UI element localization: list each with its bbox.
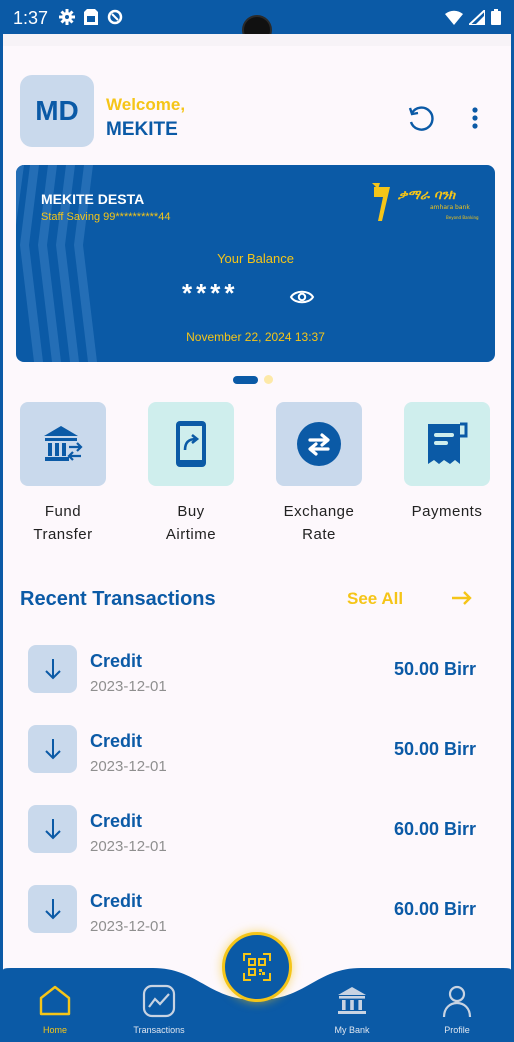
balance-card[interactable]: MEKITE DESTA Staff Saving 99**********44…	[16, 165, 495, 362]
bank-icon	[338, 987, 366, 1014]
transaction-row[interactable]: Credit 2023-12-01 50.00 Birr	[28, 725, 488, 781]
credit-arrow-icon	[28, 885, 77, 933]
transaction-row[interactable]: Credit 2023-12-01 60.00 Birr	[28, 805, 488, 861]
recent-transactions-title: Recent Transactions	[20, 588, 216, 610]
chart-icon	[142, 984, 176, 1018]
transaction-amount: 60.00 Birr	[393, 819, 476, 839]
transaction-amount: 50.00 Birr	[393, 659, 476, 679]
transaction-type: Credit	[90, 651, 143, 671]
transaction-date: 2023-12-01	[90, 758, 167, 775]
nav-profile-label: Profile	[444, 1025, 470, 1035]
transaction-date: 2023-12-01	[90, 918, 167, 935]
credit-arrow-icon	[28, 725, 77, 773]
receipt-icon	[428, 422, 468, 464]
buy-airtime-tile[interactable]	[148, 402, 234, 486]
more-menu-icon[interactable]	[471, 106, 479, 130]
quick-action-buy-airtime[interactable]: Buy Airtime	[131, 402, 251, 546]
svg-text:ቃማራ ባንክ: ቃማራ ባንክ	[397, 188, 456, 203]
credit-arrow-icon	[28, 645, 77, 693]
person-icon	[442, 985, 472, 1018]
balance-value: ****	[182, 278, 239, 308]
transaction-type: Credit	[90, 811, 143, 831]
see-all-link[interactable]: See All	[347, 589, 403, 609]
svg-text:Beyond Banking: Beyond Banking	[446, 215, 479, 220]
nav-home[interactable]: Home	[15, 984, 95, 1035]
quick-label-line1: Exchange	[283, 503, 355, 520]
card-holder-name: MEKITE DESTA	[41, 191, 145, 207]
nav-home-label: Home	[42, 1025, 67, 1035]
exchange-rate-tile[interactable]	[276, 402, 362, 486]
bank-logo: ቃማራ ባንክ amhara bank Beyond Banking	[368, 177, 483, 232]
transaction-row[interactable]: Credit 2023-12-01 50.00 Birr	[28, 645, 488, 701]
qr-scan-button[interactable]	[222, 932, 292, 1002]
balance-date: November 22, 2024 13:37	[186, 330, 325, 344]
status-time: 1:37	[13, 8, 49, 28]
wifi-icon	[445, 10, 463, 25]
transaction-amount: 50.00 Birr	[393, 739, 476, 759]
quick-action-exchange-rate[interactable]: Exchange Rate	[259, 402, 379, 546]
transaction-type: Credit	[90, 891, 143, 911]
phone-share-icon	[176, 421, 206, 467]
welcome-text: Welcome,	[106, 95, 186, 114]
nav-profile[interactable]: Profile	[417, 984, 497, 1035]
qr-code-icon	[243, 953, 271, 981]
nav-transactions-label: Transactions	[133, 1025, 185, 1035]
home-icon	[39, 985, 71, 1016]
settings-icon	[59, 9, 75, 25]
quick-label-line2: Rate	[302, 526, 336, 543]
transaction-amount: 60.00 Birr	[393, 899, 476, 919]
carousel-dot[interactable]	[264, 375, 273, 384]
arrow-right-icon[interactable]	[451, 590, 473, 606]
bank-transfer-icon	[44, 426, 83, 461]
refresh-icon[interactable]	[405, 104, 435, 134]
quick-action-payments[interactable]: Payments	[387, 402, 507, 523]
quick-label-line2: Transfer	[33, 526, 93, 543]
eye-icon[interactable]	[289, 288, 315, 306]
quick-label-line1: Buy	[177, 503, 205, 520]
battery-icon	[491, 9, 501, 25]
transaction-date: 2023-12-01	[90, 678, 167, 695]
carousel-indicator	[233, 375, 273, 384]
quick-label-line1: Payments	[411, 503, 483, 520]
quick-label-line2: Airtime	[165, 526, 217, 543]
sim-card-icon	[84, 9, 98, 25]
payments-tile[interactable]	[404, 402, 490, 486]
fund-transfer-tile[interactable]	[20, 402, 106, 486]
svg-text:amhara bank: amhara bank	[430, 204, 470, 211]
nav-transactions[interactable]: Transactions	[119, 984, 199, 1035]
user-name: MEKITE	[106, 119, 178, 140]
quick-action-fund-transfer[interactable]: Fund Transfer	[3, 402, 123, 546]
balance-label: Your Balance	[217, 251, 294, 266]
quick-label-line1: Fund	[44, 503, 82, 520]
exchange-icon	[297, 422, 341, 466]
credit-arrow-icon	[28, 805, 77, 853]
carousel-dot-active[interactable]	[233, 375, 258, 384]
header-strip	[3, 34, 511, 46]
transaction-date: 2023-12-01	[90, 838, 167, 855]
app-frame: 1:37 MD Welcome, MEKITE MEKITE DESTA Sta…	[3, 0, 511, 1042]
nav-my-bank-label: My Bank	[334, 1025, 370, 1035]
signal-icon	[469, 9, 485, 25]
avatar[interactable]: MD	[20, 75, 94, 147]
transaction-type: Credit	[90, 731, 143, 751]
card-account-number: Staff Saving 99**********44	[41, 211, 171, 223]
nav-my-bank[interactable]: My Bank	[312, 984, 392, 1035]
sync-icon	[107, 9, 123, 25]
